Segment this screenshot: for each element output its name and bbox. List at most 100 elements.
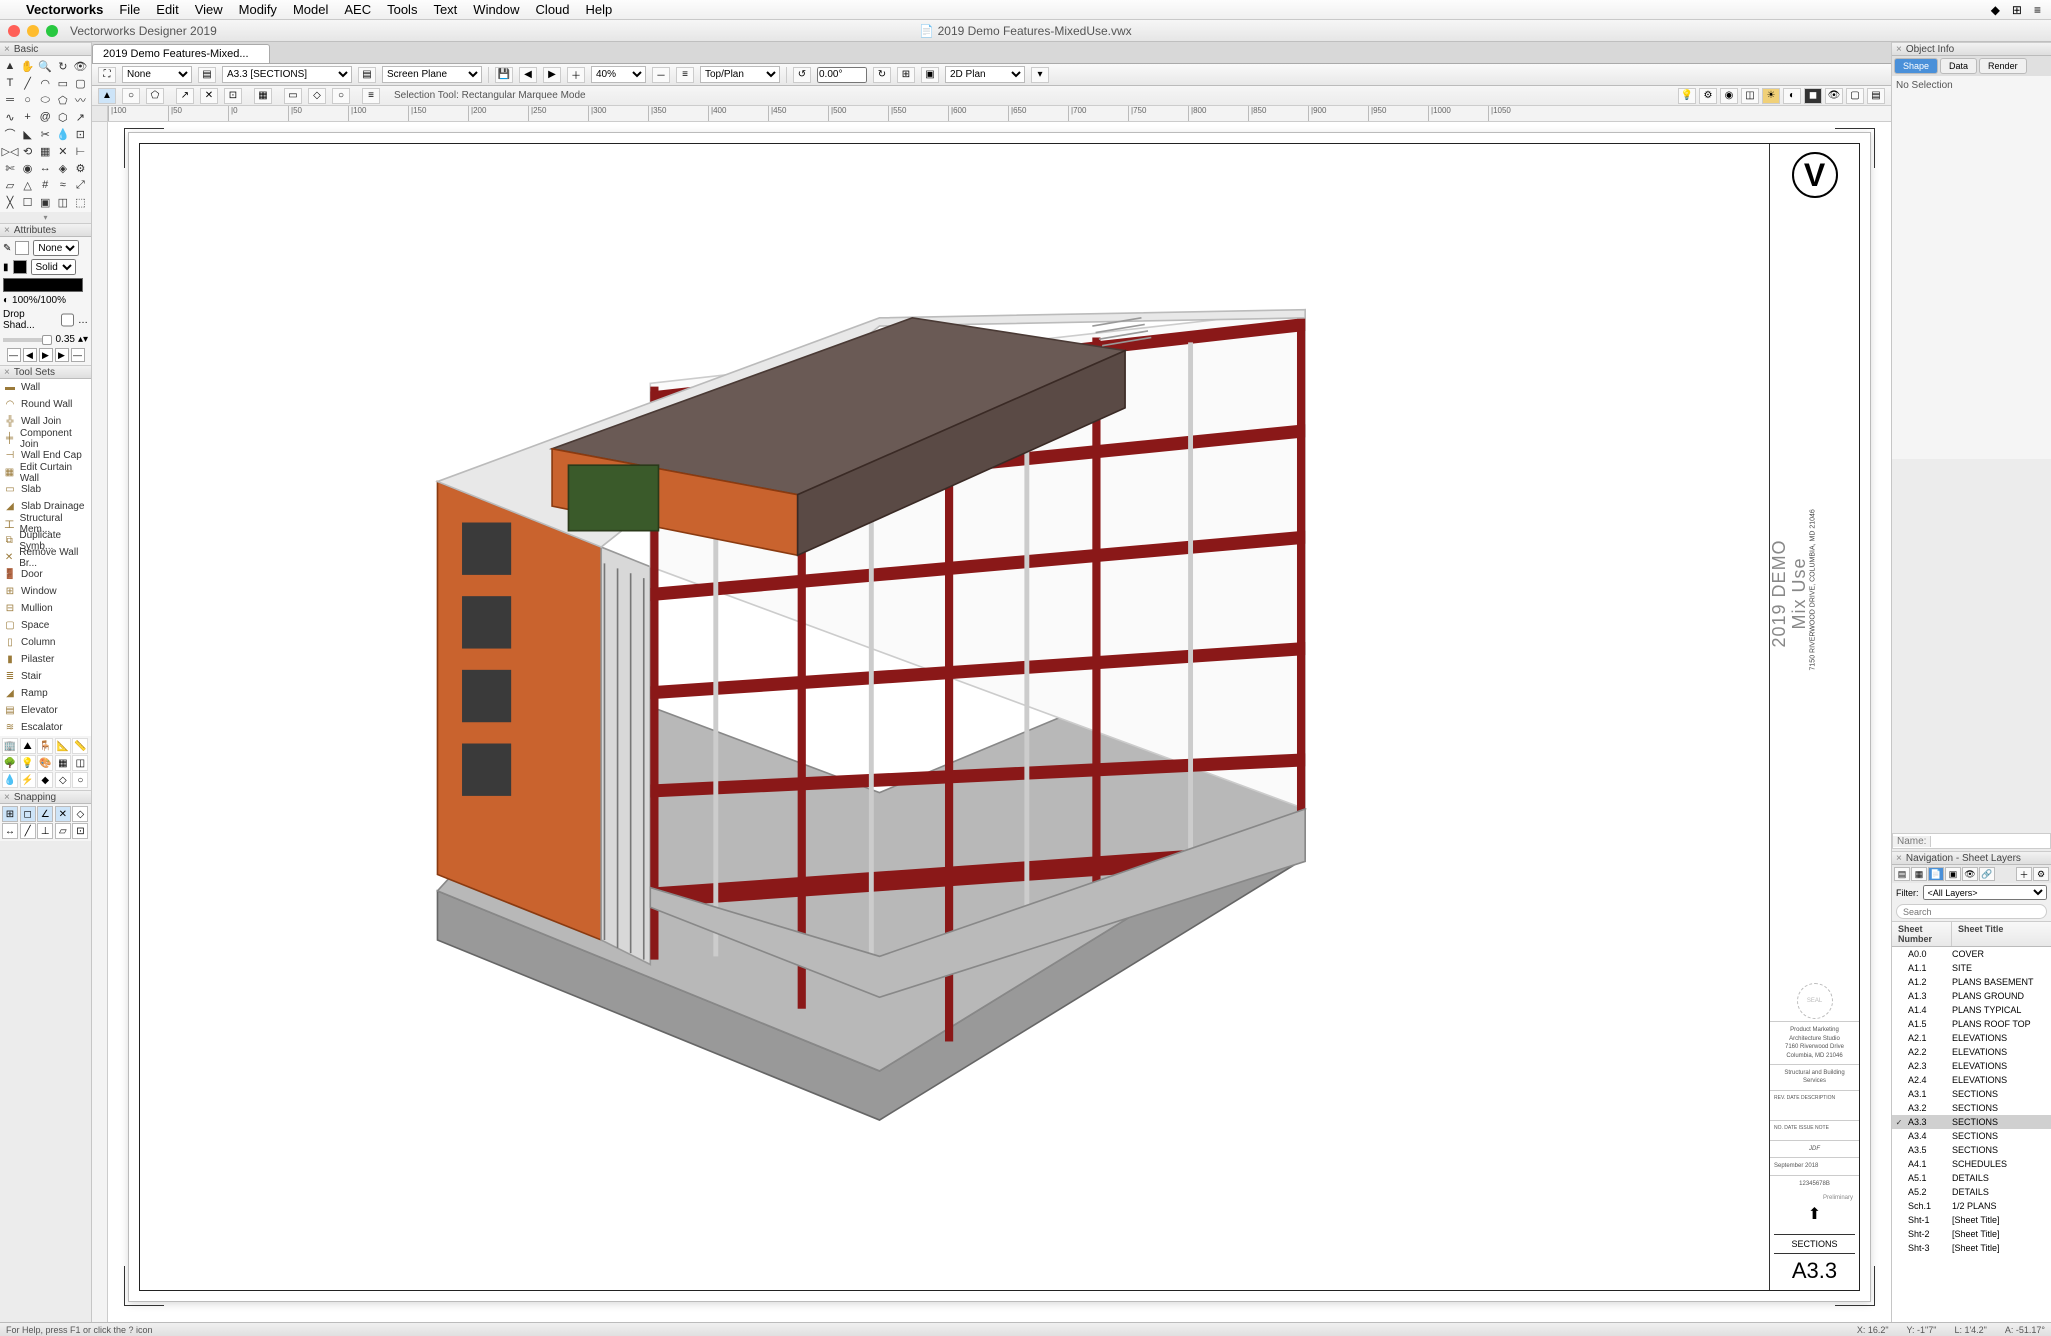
- eyedropper-tool-icon[interactable]: 💧: [55, 126, 71, 142]
- nav-sheet-layers-icon[interactable]: 📄: [1928, 867, 1944, 881]
- drawing-canvas[interactable]: |100|50|0|50|100|150|200|250|300|350|400…: [92, 106, 1891, 1322]
- xray-icon[interactable]: ◐: [1783, 88, 1801, 104]
- spiral-tool-icon[interactable]: @: [37, 109, 53, 125]
- fill-icon[interactable]: ▮: [3, 262, 9, 273]
- selection-tool-icon[interactable]: ▲: [2, 58, 18, 74]
- scale-tool-icon[interactable]: ⤢: [72, 177, 88, 193]
- fit-to-window-icon[interactable]: ⛶: [98, 67, 116, 83]
- sheet-layer-row[interactable]: A2.2ELEVATIONS: [1892, 1045, 2051, 1059]
- object-info-header[interactable]: ×Object Info: [1892, 42, 2051, 56]
- object-name-field[interactable]: Name:: [1892, 833, 2051, 849]
- polyline-tool-icon[interactable]: 〰: [72, 92, 88, 108]
- vertical-ruler[interactable]: [92, 122, 108, 1322]
- nav-new-icon[interactable]: ＋: [2016, 867, 2032, 881]
- toolset-item[interactable]: ▯Column: [0, 634, 91, 651]
- tool-icon[interactable]: ◫: [55, 194, 71, 210]
- zoom-button[interactable]: [46, 25, 58, 37]
- unified-view-icon[interactable]: ▣: [921, 67, 939, 83]
- snap-constraint-icon[interactable]: ⊡: [72, 823, 88, 839]
- triangle-tool-icon[interactable]: △: [20, 177, 36, 193]
- prev-view-icon[interactable]: ◀: [519, 67, 537, 83]
- layer-filter-select[interactable]: <All Layers>: [1923, 885, 2048, 900]
- double-line-tool-icon[interactable]: ═: [2, 92, 18, 108]
- save-view-icon[interactable]: 💾: [495, 67, 513, 83]
- sheet-layer-row[interactable]: ✓A3.3SECTIONS: [1892, 1115, 2051, 1129]
- app-menu[interactable]: Vectorworks: [26, 2, 103, 17]
- snap-smart-edge-icon[interactable]: ╱: [20, 823, 36, 839]
- play-button[interactable]: ▶: [39, 348, 53, 362]
- mode-polygon-icon[interactable]: ⬠: [146, 88, 164, 104]
- toolbar-option-icon[interactable]: ▢: [1846, 88, 1864, 104]
- minimize-button[interactable]: [27, 25, 39, 37]
- detailing-icon[interactable]: 📐: [55, 738, 71, 754]
- snap-intersect-icon[interactable]: ✕: [55, 806, 71, 822]
- mode-option-icon[interactable]: ◇: [308, 88, 326, 104]
- toolset-item[interactable]: 🚪Door: [0, 566, 91, 583]
- light-toggle-icon[interactable]: 💡: [1678, 88, 1696, 104]
- arc-tool-icon[interactable]: ◠: [37, 75, 53, 91]
- category-icon[interactable]: ○: [72, 772, 88, 788]
- split-tool-icon[interactable]: ✕: [55, 143, 71, 159]
- regular-polygon-icon[interactable]: ⬡: [55, 109, 71, 125]
- sheet-layer-row[interactable]: A0.0COVER: [1892, 947, 2051, 961]
- render-options-icon[interactable]: ▾: [1031, 67, 1049, 83]
- toolset-item[interactable]: ▢Space: [0, 617, 91, 634]
- polygon-tool-icon[interactable]: ⬠: [55, 92, 71, 108]
- clip-cube-icon[interactable]: ◫: [1741, 88, 1759, 104]
- stroke-style-select[interactable]: None: [33, 240, 79, 256]
- irrigation-icon[interactable]: 💧: [2, 772, 18, 788]
- marker-next-icon[interactable]: —: [71, 348, 85, 362]
- line-weight-slider[interactable]: [3, 338, 52, 342]
- bw-toggle-icon[interactable]: ◼: [1804, 88, 1822, 104]
- site-planning-icon[interactable]: ⛰: [20, 738, 36, 754]
- sheet-layer-row[interactable]: A1.5PLANS ROOF TOP: [1892, 1017, 2051, 1031]
- dims-notes-icon[interactable]: 📏: [72, 738, 88, 754]
- close-button[interactable]: [8, 25, 20, 37]
- mode-option-icon[interactable]: ○: [332, 88, 350, 104]
- horizontal-ruler[interactable]: |100|50|0|50|100|150|200|250|300|350|400…: [108, 106, 1891, 122]
- spotlight-icon[interactable]: 💡: [20, 755, 36, 771]
- connect-tool-icon[interactable]: ⊢: [72, 143, 88, 159]
- sheet-layer-row[interactable]: A1.3PLANS GROUND: [1892, 989, 2051, 1003]
- tray-icon[interactable]: ≡: [2034, 3, 2041, 17]
- walls-icon[interactable]: ▦: [55, 755, 71, 771]
- number-stamp-icon[interactable]: #: [37, 177, 53, 193]
- line-tool-icon[interactable]: ╱: [20, 75, 36, 91]
- sheet-layer-row[interactable]: A1.4PLANS TYPICAL: [1892, 1003, 2051, 1017]
- snap-working-plane-icon[interactable]: ▱: [55, 823, 71, 839]
- fillet-tool-icon[interactable]: ⌒: [2, 126, 18, 142]
- zoom-out-icon[interactable]: －: [652, 67, 670, 83]
- sheet-layer-row[interactable]: A2.4ELEVATIONS: [1892, 1073, 2051, 1087]
- next-view-icon[interactable]: ▶: [543, 67, 561, 83]
- toolset-item[interactable]: ◠Round Wall: [0, 396, 91, 413]
- heliodon-icon[interactable]: ☀: [1762, 88, 1780, 104]
- mode-option-icon[interactable]: ▭: [284, 88, 302, 104]
- chamfer-tool-icon[interactable]: ◣: [20, 126, 36, 142]
- col-sheet-title[interactable]: Sheet Title: [1952, 922, 2051, 946]
- menu-edit[interactable]: Edit: [156, 2, 178, 17]
- zoom-in-icon[interactable]: ＋: [567, 67, 585, 83]
- stack-layers-icon[interactable]: ≡: [676, 67, 694, 83]
- sheet-layer-row[interactable]: Sch.11/2 PLANS: [1892, 1199, 2051, 1213]
- data-viz-icon[interactable]: ◉: [1720, 88, 1738, 104]
- nav-classes-icon[interactable]: ▤: [1894, 867, 1910, 881]
- text-tool-icon[interactable]: T: [2, 75, 18, 91]
- toolset-item[interactable]: ≣Stair: [0, 668, 91, 685]
- tray-icon[interactable]: ⊞: [2012, 3, 2022, 17]
- mode-single-select-icon[interactable]: ▲: [98, 88, 116, 104]
- menu-model[interactable]: Model: [293, 2, 328, 17]
- toolset-item[interactable]: ◢Ramp: [0, 685, 91, 702]
- category-icon[interactable]: ◆: [37, 772, 53, 788]
- menu-tools[interactable]: Tools: [387, 2, 417, 17]
- stroke-swatch[interactable]: [15, 241, 29, 255]
- toolset-item[interactable]: ╪Component Join: [0, 430, 91, 447]
- trim-tool-icon[interactable]: ✄: [2, 160, 18, 176]
- mirror-tool-icon[interactable]: ▷◁: [2, 143, 18, 159]
- snap-grid-icon[interactable]: ⊞: [2, 806, 18, 822]
- tab-render[interactable]: Render: [1979, 58, 2027, 74]
- navigation-search-input[interactable]: [1896, 904, 2047, 919]
- toolset-item[interactable]: ▤Elevator: [0, 702, 91, 719]
- next-button[interactable]: ▶: [55, 348, 69, 362]
- sheet-layer-row[interactable]: A5.1DETAILS: [1892, 1171, 2051, 1185]
- rectangle-tool-icon[interactable]: ▭: [55, 75, 71, 91]
